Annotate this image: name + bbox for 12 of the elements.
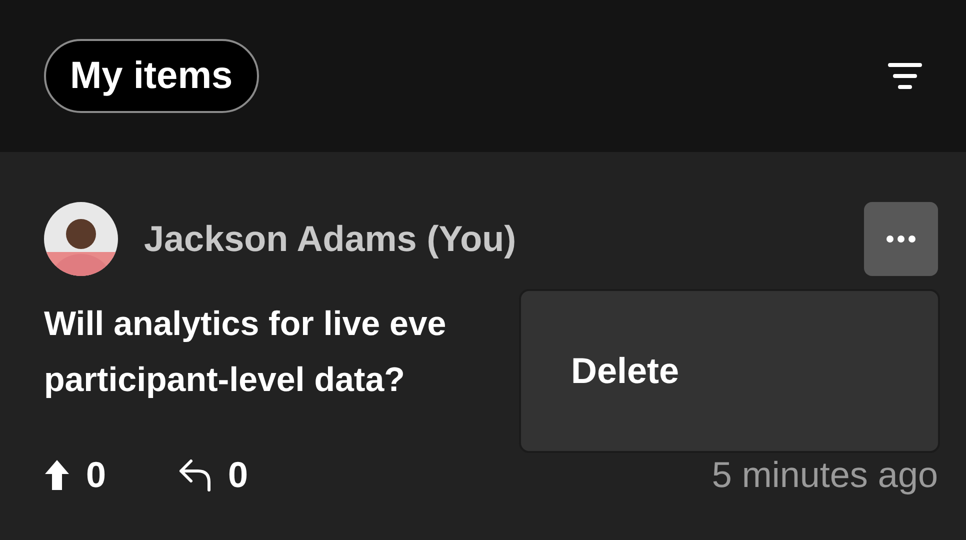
more-options-button[interactable]: [864, 202, 938, 276]
upvote-button[interactable]: 0: [44, 448, 106, 502]
reply-icon: [178, 458, 212, 492]
my-items-title: My items: [44, 39, 259, 113]
menu-item[interactable]: Delete: [571, 344, 888, 398]
filter-icon[interactable]: [888, 62, 922, 90]
question-text: Will analytics for live eve participant-level data?: [44, 304, 446, 401]
timestamp: 5 minutes ago: [712, 453, 938, 497]
more-icon: [886, 235, 916, 243]
author-name: Jackson Adams (You): [144, 217, 516, 261]
reply-button[interactable]: 0: [154, 448, 248, 502]
upvote-icon: [44, 459, 70, 491]
